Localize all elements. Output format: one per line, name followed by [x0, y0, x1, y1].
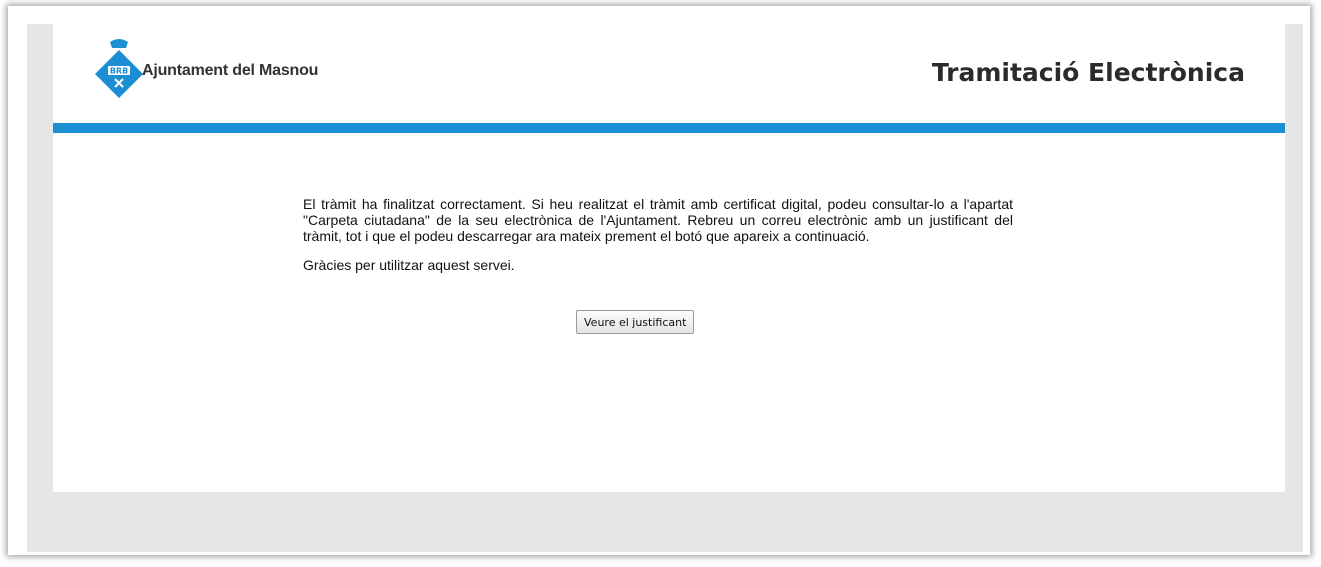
browser-window: BRB Ajuntament del Masnou Tramitació Ele…	[8, 6, 1310, 555]
masnou-coat-of-arms-icon: BRB	[95, 39, 143, 98]
confirmation-message: El tràmit ha finalitzat correctament. Si…	[303, 196, 1013, 244]
app-title: Tramitació Electrònica	[931, 58, 1245, 87]
view-receipt-button[interactable]: Veure el justificant	[576, 310, 695, 334]
thanks-text: Gràcies per utilitzar aquest servei.	[303, 257, 515, 273]
page-background: BRB Ajuntament del Masnou Tramitació Ele…	[27, 24, 1303, 552]
header-accent-bar	[53, 123, 1285, 133]
org-name: Ajuntament del Masnou	[142, 62, 319, 79]
svg-text:BRB: BRB	[110, 67, 128, 76]
site-header: BRB Ajuntament del Masnou Tramitació Ele…	[53, 24, 1285, 122]
content-card: BRB Ajuntament del Masnou Tramitació Ele…	[53, 24, 1285, 492]
confirmation-content: El tràmit ha finalitzat correctament. Si…	[303, 196, 1013, 273]
